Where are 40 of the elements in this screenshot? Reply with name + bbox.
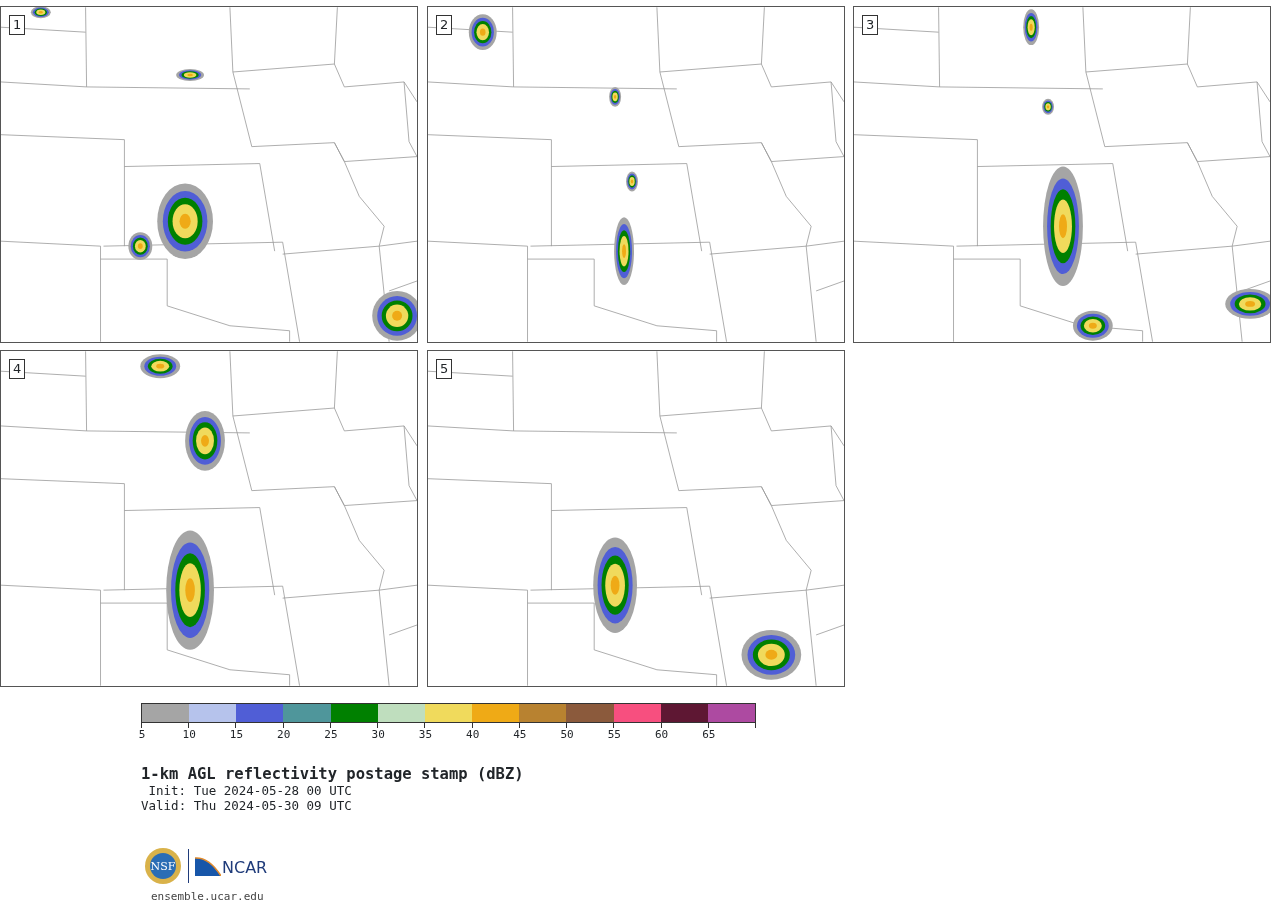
radar-echo-drawing bbox=[468, 14, 497, 51]
tick-label: 50 bbox=[560, 729, 574, 740]
tick-label: 15 bbox=[229, 729, 244, 740]
tick-label: 45 bbox=[513, 729, 527, 740]
radar-echo-drawing bbox=[1023, 9, 1040, 46]
chart-title: 1-km AGL reflectivity postage stamp (dBZ) bbox=[141, 765, 525, 783]
radar-echo-drawing bbox=[128, 232, 153, 261]
valid-time: Valid: Thu 2024-05-30 09 UTC bbox=[141, 798, 353, 813]
tick-label: 65 bbox=[702, 729, 716, 740]
tick-label: 20 bbox=[277, 729, 291, 740]
radar-echo-drawing bbox=[185, 411, 225, 471]
logo-wordmark: NCAR bbox=[222, 860, 268, 876]
tick-label: 10 bbox=[182, 729, 196, 740]
arc-logo-icon bbox=[195, 856, 221, 876]
panel-number: 5 bbox=[436, 359, 453, 379]
radar-echo-drawing bbox=[626, 171, 638, 192]
radar-echo-drawing bbox=[1042, 98, 1055, 115]
radar-echo-drawing bbox=[30, 7, 51, 19]
website-url: ensemble.ucar.edu bbox=[151, 889, 265, 901]
tick-label: 40 bbox=[466, 729, 480, 740]
radar-echo-drawing bbox=[176, 69, 204, 81]
tick-label: 60 bbox=[654, 729, 669, 740]
radar-echo-drawing bbox=[1072, 310, 1113, 341]
panel-number: 4 bbox=[9, 359, 26, 379]
radar-echo-drawing bbox=[609, 86, 622, 107]
radar-echo-drawing bbox=[741, 629, 802, 680]
tick-label: 55 bbox=[607, 729, 621, 740]
radar-echo-drawing bbox=[372, 290, 417, 341]
tick-label: 5 bbox=[138, 729, 146, 740]
init-time: Init: Tue 2024-05-28 00 UTC bbox=[147, 783, 353, 798]
tick-label: 30 bbox=[371, 729, 385, 740]
seal-logo: NSF bbox=[144, 847, 182, 885]
panel-number: 3 bbox=[862, 15, 879, 35]
radar-echo-drawing bbox=[614, 217, 634, 285]
radar-echo-drawing bbox=[140, 354, 181, 379]
panel-number: 2 bbox=[436, 15, 453, 35]
tick-label: 25 bbox=[324, 729, 338, 740]
tick-label: 35 bbox=[418, 729, 433, 740]
radar-echo-drawing bbox=[1225, 288, 1270, 319]
panel-number: 1 bbox=[9, 15, 26, 35]
